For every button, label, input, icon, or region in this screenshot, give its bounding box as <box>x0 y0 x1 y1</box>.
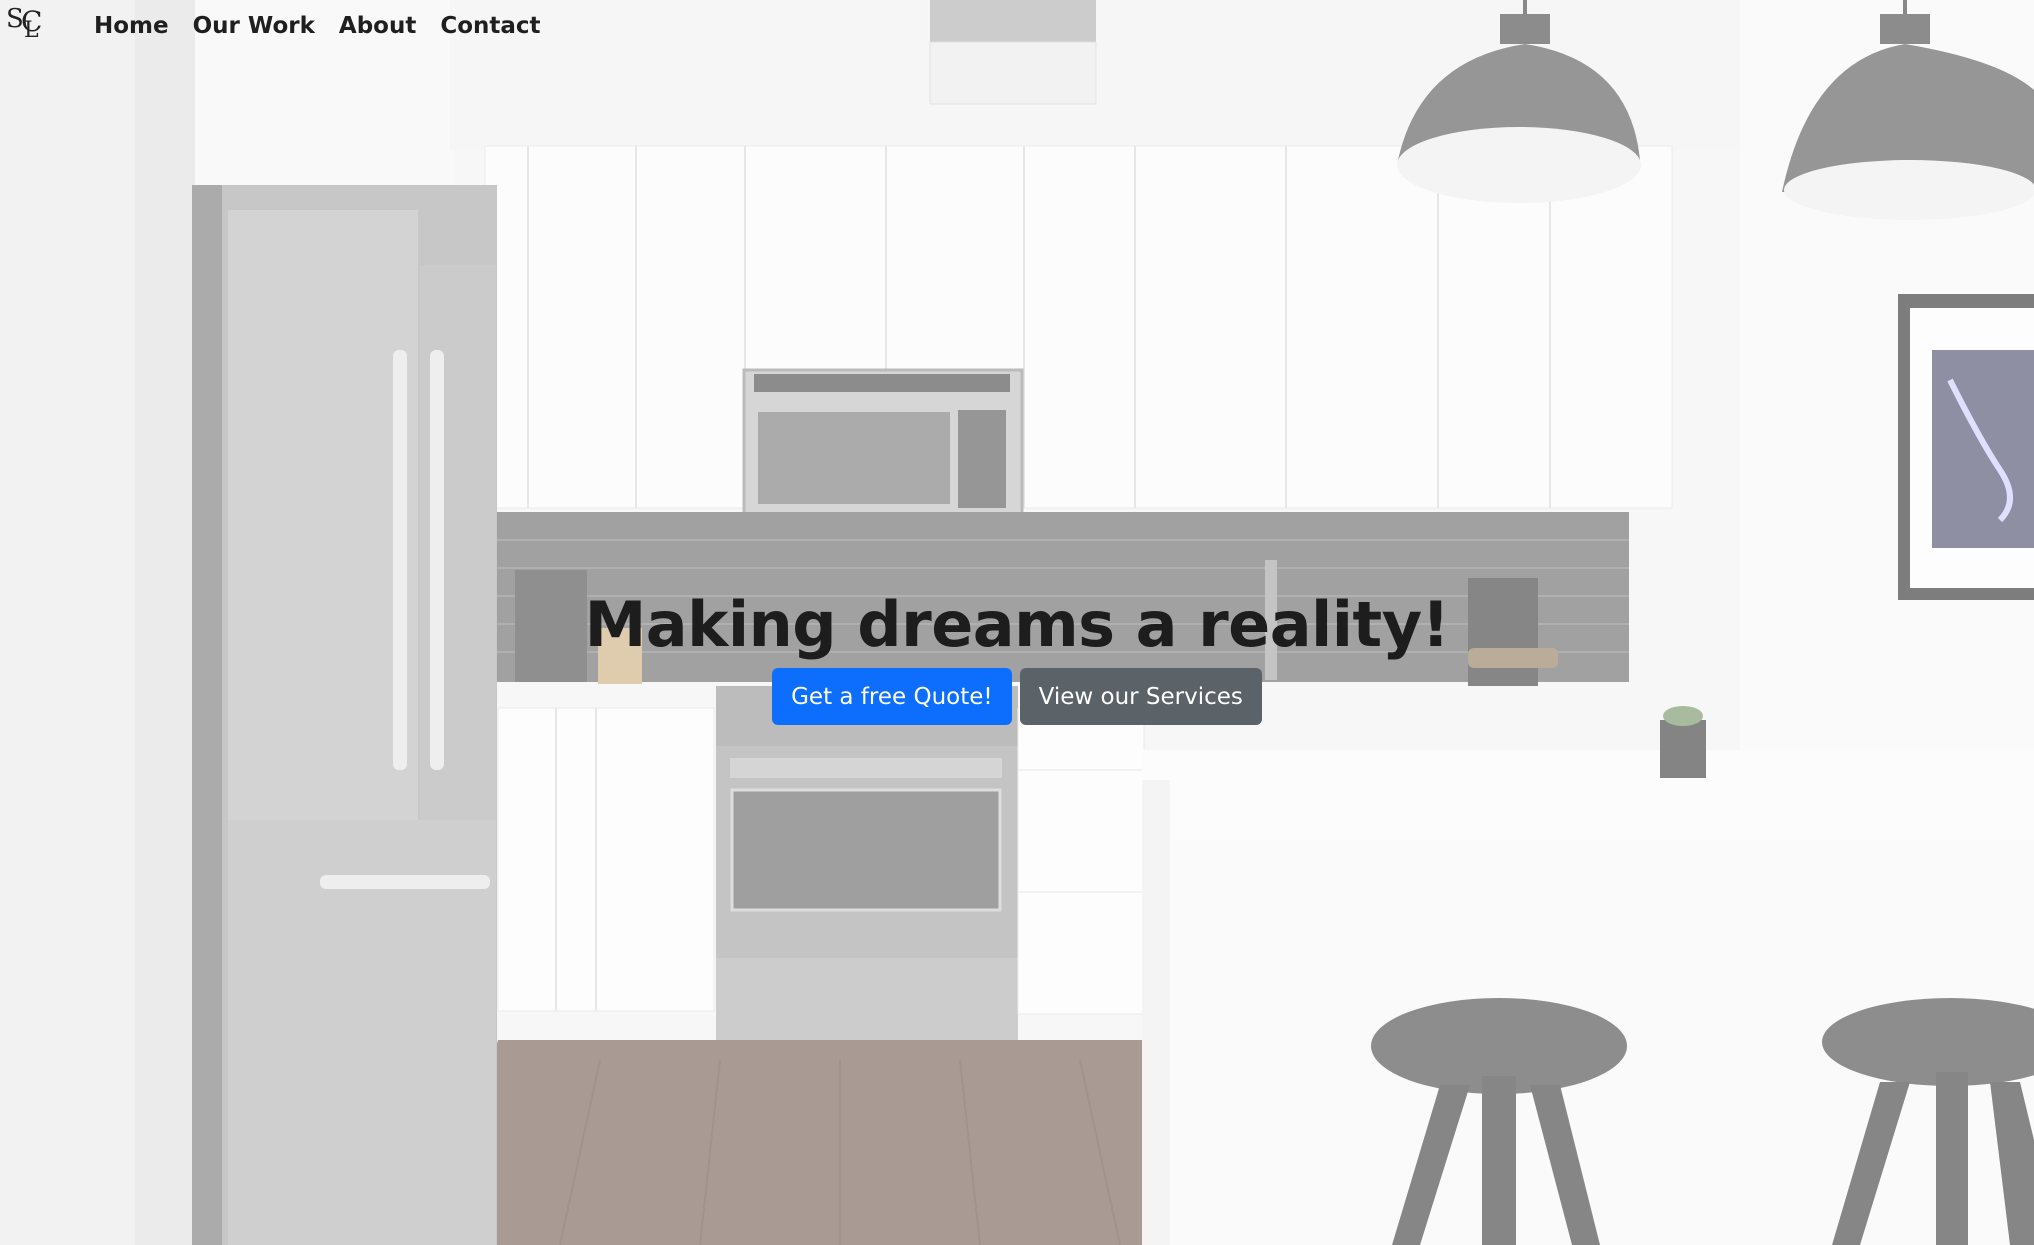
brand-logo[interactable]: S C L <box>6 6 46 46</box>
brand-letter-l: L <box>24 18 39 43</box>
hero-section: S C L Home Our Work About Contact Making… <box>0 0 2034 1245</box>
navbar: S C L Home Our Work About Contact <box>0 0 620 52</box>
nav-link-home[interactable]: Home <box>82 0 181 52</box>
nav-link-contact[interactable]: Contact <box>428 0 552 52</box>
nav-links: Home Our Work About Contact <box>82 0 553 52</box>
hero-cta-group: Get a free Quote! View our Services <box>0 668 2034 725</box>
nav-link-our-work[interactable]: Our Work <box>181 0 327 52</box>
view-services-button[interactable]: View our Services <box>1019 668 1262 725</box>
hero-headline: Making dreams a reality! <box>584 588 1450 661</box>
get-quote-button[interactable]: Get a free Quote! <box>772 668 1012 725</box>
nav-link-about[interactable]: About <box>327 0 428 52</box>
